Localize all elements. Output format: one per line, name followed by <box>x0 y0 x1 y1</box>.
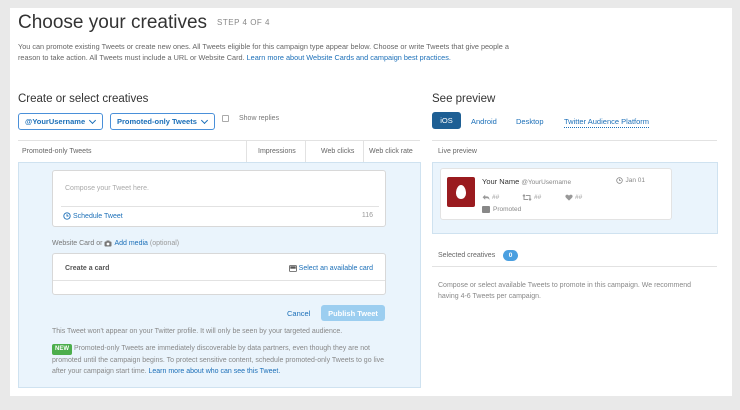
schedule-tweet-link[interactable]: Schedule Tweet <box>63 212 123 220</box>
select-card-label: Select an available card <box>298 265 373 272</box>
col-header-web-clicks[interactable]: Web clicks <box>321 148 354 155</box>
chevron-down-icon <box>200 116 208 124</box>
divider <box>432 266 717 267</box>
create-select-title: Create or select creatives <box>18 93 149 105</box>
author-name: Your Name <box>482 177 520 186</box>
divider <box>61 206 379 207</box>
promoted-text: Promoted <box>493 206 522 213</box>
username-dropdown-label: @YourUsername <box>25 117 86 126</box>
avatar <box>447 177 475 207</box>
selected-creatives-label: Selected creatives <box>438 252 496 259</box>
like-count: ## <box>575 194 583 201</box>
tab-twitter-audience-platform[interactable]: Twitter Audience Platform <box>564 117 650 128</box>
who-can-see-link[interactable]: Learn more about who can see this Tweet. <box>149 368 281 375</box>
new-badge: NEW <box>52 344 72 355</box>
col-header-click-rate[interactable]: Web click rate <box>369 148 413 155</box>
selected-count-badge: 0 <box>503 250 518 261</box>
select-card-link[interactable]: Select an available card <box>288 265 373 272</box>
reply-icon <box>482 194 490 201</box>
schedule-tweet-label: Schedule Tweet <box>73 212 123 220</box>
tweet-date: Jan 01 <box>616 177 645 184</box>
selected-creatives-hint: Compose or select available Tweets to pr… <box>438 282 692 300</box>
publish-tweet-button[interactable]: Publish Tweet <box>321 305 385 321</box>
optional-label: (optional) <box>149 240 180 247</box>
tweet-type-dropdown-label: Promoted-only Tweets <box>117 117 197 126</box>
tweet-type-dropdown[interactable]: Promoted-only Tweets <box>110 113 215 130</box>
card-icon <box>288 265 297 272</box>
retweet-action[interactable]: ## <box>522 194 565 201</box>
tweet-actions: ## ## ## <box>482 194 582 201</box>
website-card-box: Create a card Select an available card <box>52 253 386 295</box>
page-title: Choose your creatives STEP 4 OF 4 <box>18 12 270 33</box>
promoted-icon <box>482 206 490 213</box>
char-counter: 116 <box>361 212 373 219</box>
retweet-count: ## <box>534 194 542 201</box>
show-replies-label: Show replies <box>239 115 280 122</box>
col-header-tweets: Promoted-only Tweets <box>22 148 92 155</box>
live-preview-label: Live preview <box>438 148 477 155</box>
page-frame: Choose your creatives STEP 4 OF 4 You can… <box>10 8 732 396</box>
divider <box>305 141 306 162</box>
tweet-author: Your Name @YourUsername <box>482 177 571 186</box>
divider <box>432 140 717 141</box>
username-dropdown[interactable]: @YourUsername <box>18 113 103 130</box>
camera-icon <box>104 240 112 247</box>
clock-icon <box>63 212 71 220</box>
tweet-date-label: Jan 01 <box>625 177 645 184</box>
learn-more-link[interactable]: Learn more about Website Cards and campa… <box>247 53 451 62</box>
promoted-label: Promoted <box>482 206 521 213</box>
intro-text: You can promote existing Tweets or creat… <box>18 42 509 62</box>
tab-desktop[interactable]: Desktop <box>516 117 544 126</box>
see-preview-title: See preview <box>432 93 496 105</box>
show-replies-checkbox[interactable] <box>222 115 229 122</box>
tweet-compose-box[interactable]: Compose your Tweet here. Schedule Tweet … <box>52 170 386 227</box>
heart-icon <box>565 194 573 201</box>
compose-placeholder: Compose your Tweet here. <box>65 185 149 192</box>
step-indicator: STEP 4 OF 4 <box>217 18 270 28</box>
divider <box>18 140 420 141</box>
retweet-icon <box>522 194 532 201</box>
reply-action[interactable]: ## <box>482 194 522 201</box>
divider <box>363 141 364 162</box>
chevron-down-icon <box>89 116 97 124</box>
create-card-label[interactable]: Create a card <box>65 265 109 272</box>
divider <box>246 141 247 162</box>
reply-count: ## <box>492 194 500 201</box>
tweet-preview-card: Your Name @YourUsername Jan 01 ## ## ## … <box>440 168 672 220</box>
author-handle: @YourUsername <box>521 179 572 186</box>
clock-icon <box>616 177 624 184</box>
divider <box>53 280 385 281</box>
add-media-link[interactable]: Add media <box>114 240 147 247</box>
card-label: Website Card or <box>52 240 103 247</box>
col-header-impressions[interactable]: Impressions <box>258 148 296 155</box>
cancel-button[interactable]: Cancel <box>287 309 310 318</box>
promoted-only-note: NEW Promoted-only Tweets are immediately … <box>52 343 392 377</box>
profile-visibility-note: This Tweet won't appear on your Twitter … <box>52 328 343 335</box>
tab-ios[interactable]: iOS <box>432 112 461 129</box>
egg-avatar-icon <box>456 185 466 199</box>
like-action[interactable]: ## <box>565 194 582 201</box>
card-media-row: Website Card or Add media (optional) <box>52 240 179 247</box>
tab-android[interactable]: Android <box>471 117 497 126</box>
